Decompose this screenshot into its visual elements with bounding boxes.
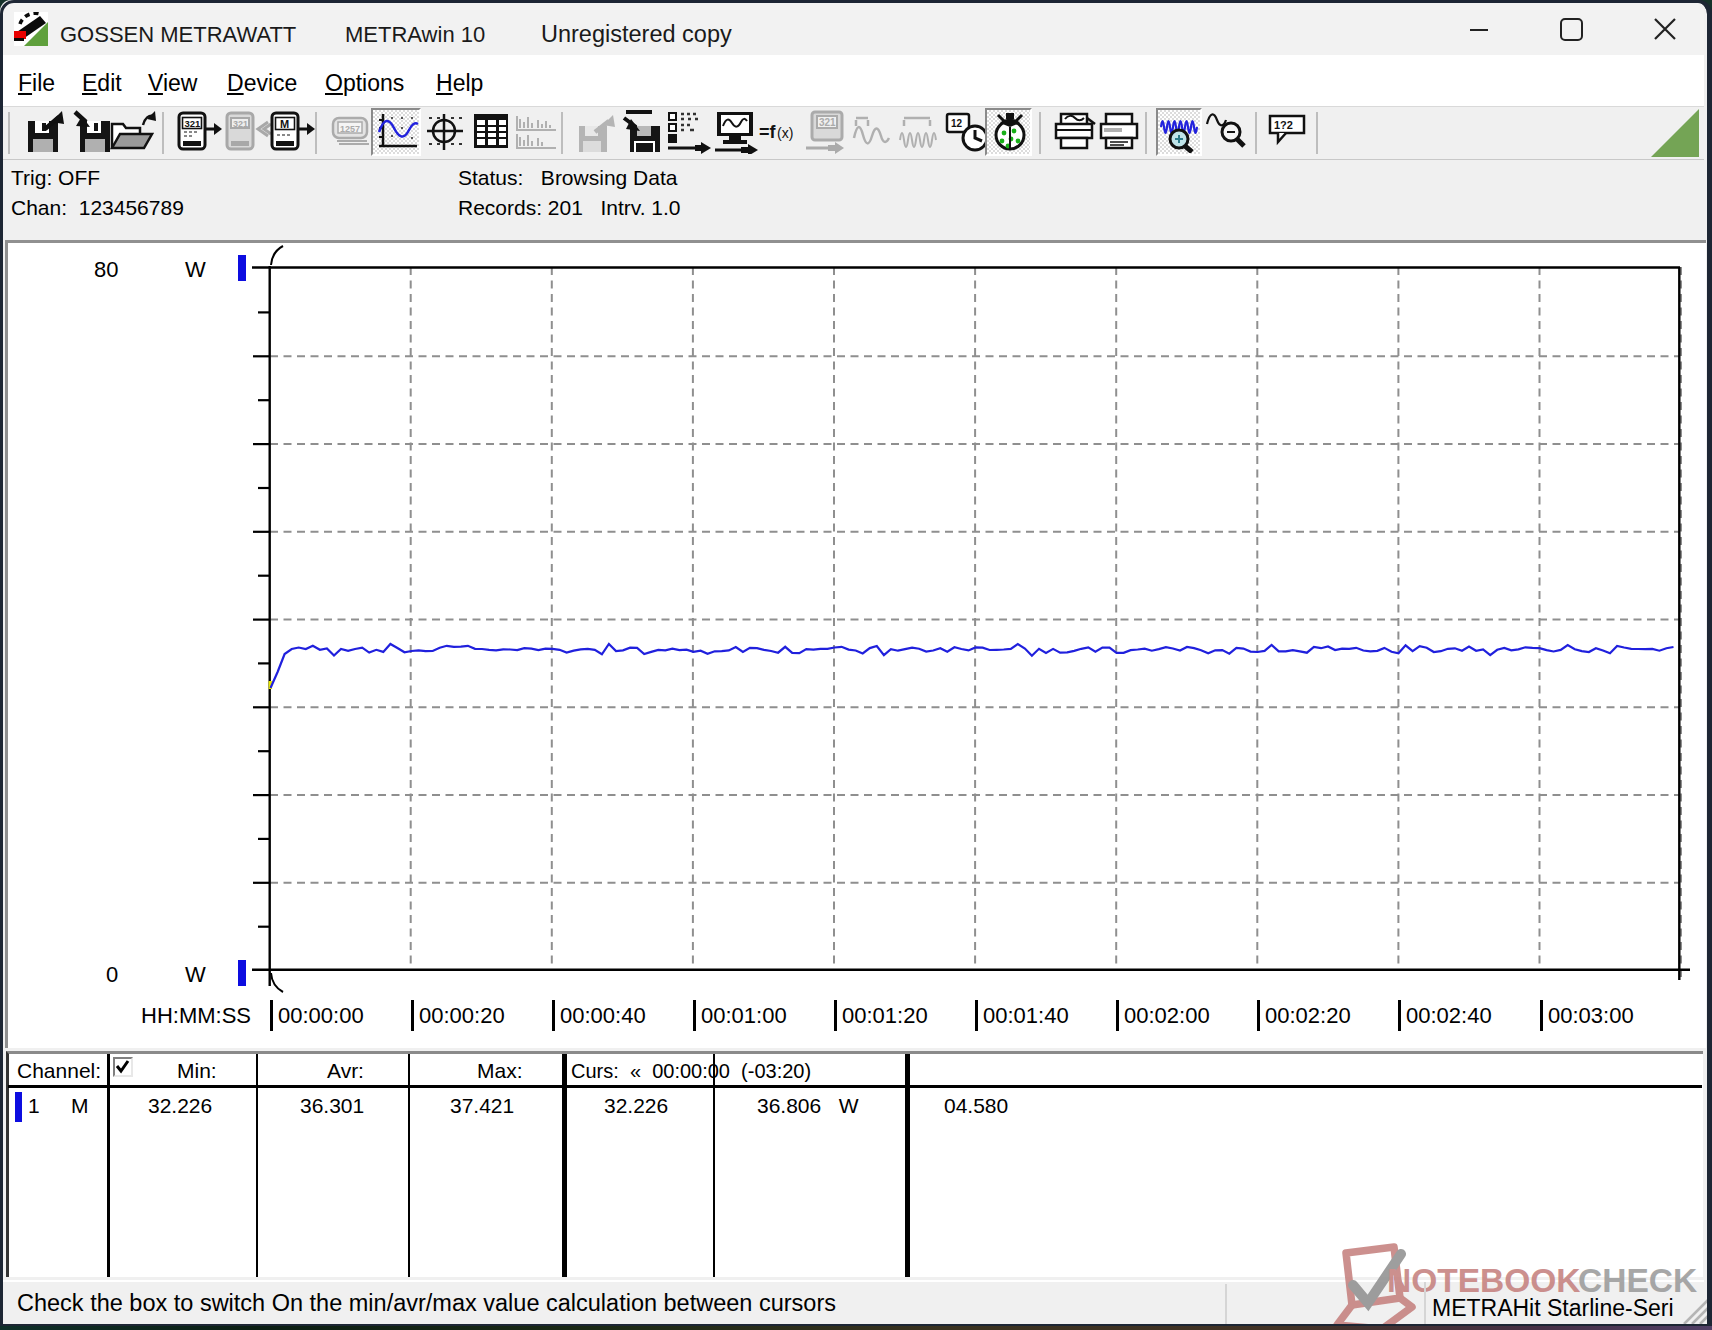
svg-text:NOTEBOOK: NOTEBOOK	[1387, 1262, 1581, 1299]
svg-text:CHECK: CHECK	[1578, 1262, 1697, 1299]
